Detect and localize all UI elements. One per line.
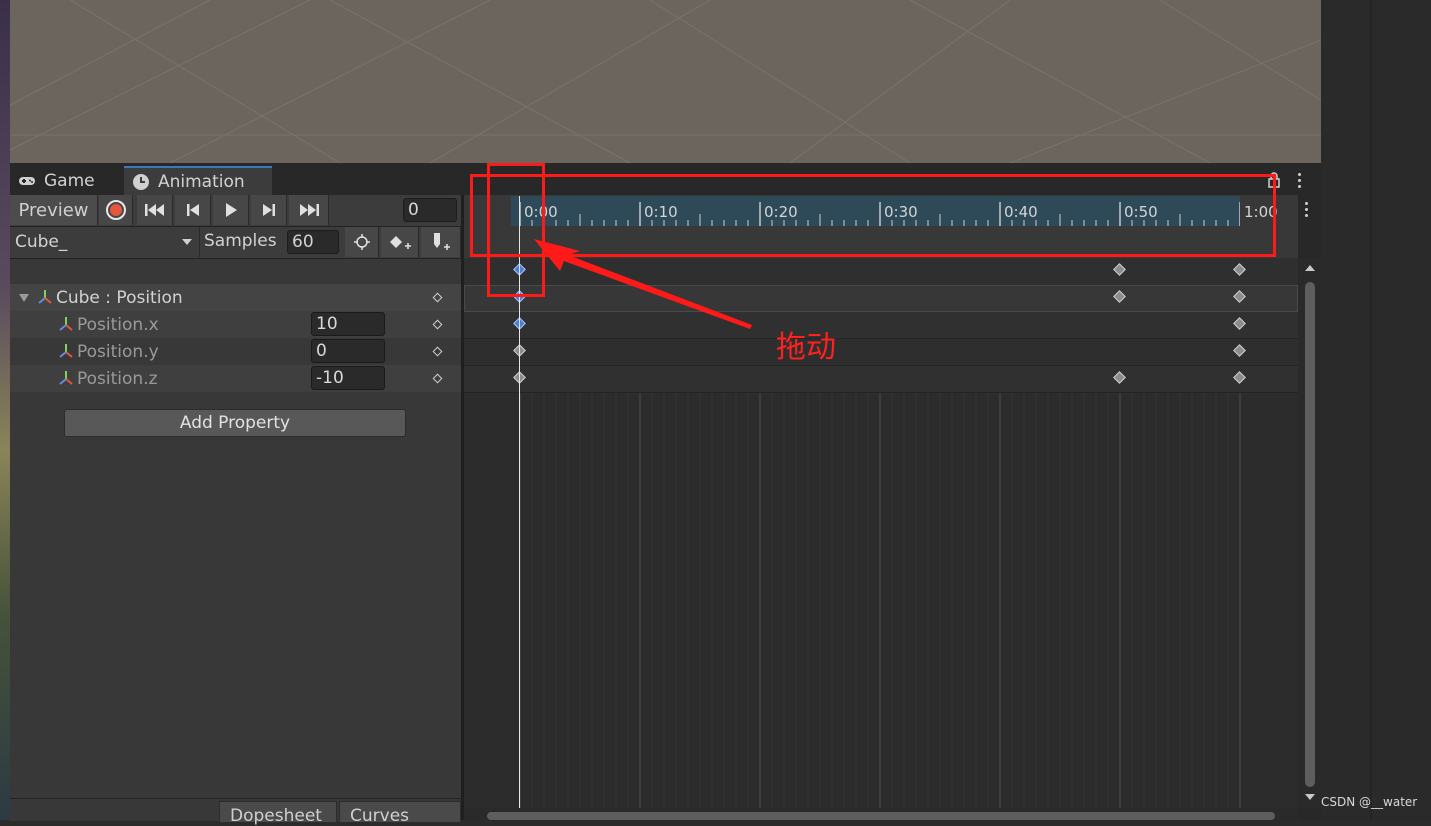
panel-divider bbox=[1370, 0, 1372, 820]
last-keyframe-button[interactable] bbox=[289, 195, 329, 225]
scene-view[interactable] bbox=[10, 0, 1321, 163]
record-icon bbox=[105, 200, 126, 220]
desktop-background-strip bbox=[0, 0, 10, 820]
tab-animation[interactable]: Animation bbox=[124, 166, 272, 195]
position-z-field[interactable]: -10 bbox=[311, 366, 385, 390]
property-row-position-y[interactable]: Position.y 0 bbox=[10, 338, 461, 365]
tab-game[interactable]: Game bbox=[10, 166, 124, 195]
transform-icon bbox=[59, 344, 73, 358]
gamepad-icon bbox=[19, 176, 35, 185]
annotation-text: 拖动 bbox=[776, 330, 836, 365]
scene-grid bbox=[10, 0, 1321, 163]
keyframe-toggle-icon[interactable] bbox=[432, 373, 443, 384]
property-group-row[interactable]: Cube : Position bbox=[10, 284, 461, 311]
transform-icon bbox=[59, 371, 73, 385]
first-keyframe-button[interactable] bbox=[137, 195, 173, 225]
transform-icon bbox=[59, 317, 73, 331]
inspector-panel bbox=[1321, 0, 1431, 820]
keyframe-toggle-icon[interactable] bbox=[432, 346, 443, 357]
play-icon bbox=[225, 203, 237, 217]
clock-icon bbox=[133, 173, 149, 190]
window-menu-icon[interactable] bbox=[1298, 173, 1302, 188]
scroll-up-icon[interactable] bbox=[1304, 264, 1316, 272]
crosshair-icon bbox=[353, 234, 370, 250]
property-label-z: Position.z bbox=[77, 369, 158, 389]
track-row-position-z[interactable] bbox=[464, 366, 1298, 393]
next-keyframe-button[interactable] bbox=[251, 195, 287, 225]
clip-row: Cube_ Samples 60 bbox=[10, 227, 461, 259]
watermark: CSDN @__water bbox=[1321, 795, 1418, 809]
snap-button[interactable] bbox=[345, 227, 379, 257]
add-keyframe-icon bbox=[389, 236, 411, 249]
horizontal-scroll-thumb[interactable] bbox=[487, 812, 1275, 820]
preview-button[interactable]: Preview bbox=[10, 195, 98, 225]
samples-label: Samples bbox=[204, 231, 277, 251]
clip-dropdown[interactable]: Cube_ bbox=[10, 227, 200, 257]
step-forward-icon bbox=[262, 204, 275, 216]
skip-to-end-icon bbox=[299, 204, 319, 216]
vertical-scroll-thumb[interactable] bbox=[1305, 282, 1315, 787]
add-property-label: Add Property bbox=[179, 413, 291, 433]
record-button[interactable] bbox=[99, 195, 133, 225]
property-group-label: Cube : Position bbox=[56, 288, 183, 308]
playback-controls: Preview 0 bbox=[10, 195, 461, 227]
foldout-triangle-icon[interactable] bbox=[18, 293, 30, 303]
keyframe-toggle-icon[interactable] bbox=[432, 319, 443, 330]
annotation-arrow-icon bbox=[534, 239, 752, 329]
position-y-field[interactable]: 0 bbox=[311, 339, 385, 363]
skip-to-start-icon bbox=[144, 204, 164, 216]
previous-keyframe-button[interactable] bbox=[175, 195, 211, 225]
transform-icon bbox=[38, 290, 52, 304]
property-label-y: Position.y bbox=[77, 342, 159, 362]
add-event-icon bbox=[433, 233, 450, 250]
property-label-x: Position.x bbox=[77, 315, 159, 335]
track-row-position-y[interactable] bbox=[464, 339, 1298, 366]
samples-input[interactable]: 60 bbox=[287, 230, 339, 254]
clip-name: Cube_ bbox=[15, 232, 68, 252]
frame-input[interactable]: 0 bbox=[403, 198, 457, 222]
preview-label: Preview bbox=[18, 199, 89, 221]
step-back-icon bbox=[186, 204, 199, 216]
tab-animation-label: Animation bbox=[158, 171, 245, 192]
add-event-button[interactable] bbox=[421, 227, 461, 257]
view-mode-tabs: Dopesheet Curves bbox=[10, 798, 461, 826]
add-property-button[interactable]: Add Property bbox=[64, 409, 406, 437]
ruler-menu-icon[interactable] bbox=[1305, 202, 1309, 217]
position-x-field[interactable]: 10 bbox=[311, 312, 385, 336]
tab-game-label: Game bbox=[44, 170, 95, 191]
keyframe-toggle-icon[interactable] bbox=[432, 292, 443, 303]
property-row-position-x[interactable]: Position.x 10 bbox=[10, 311, 461, 338]
play-button[interactable] bbox=[213, 195, 249, 225]
scroll-down-icon[interactable] bbox=[1304, 793, 1316, 801]
property-row-position-z[interactable]: Position.z -10 bbox=[10, 365, 461, 392]
add-keyframe-button[interactable] bbox=[381, 227, 419, 257]
dropdown-arrow-icon bbox=[182, 239, 192, 245]
